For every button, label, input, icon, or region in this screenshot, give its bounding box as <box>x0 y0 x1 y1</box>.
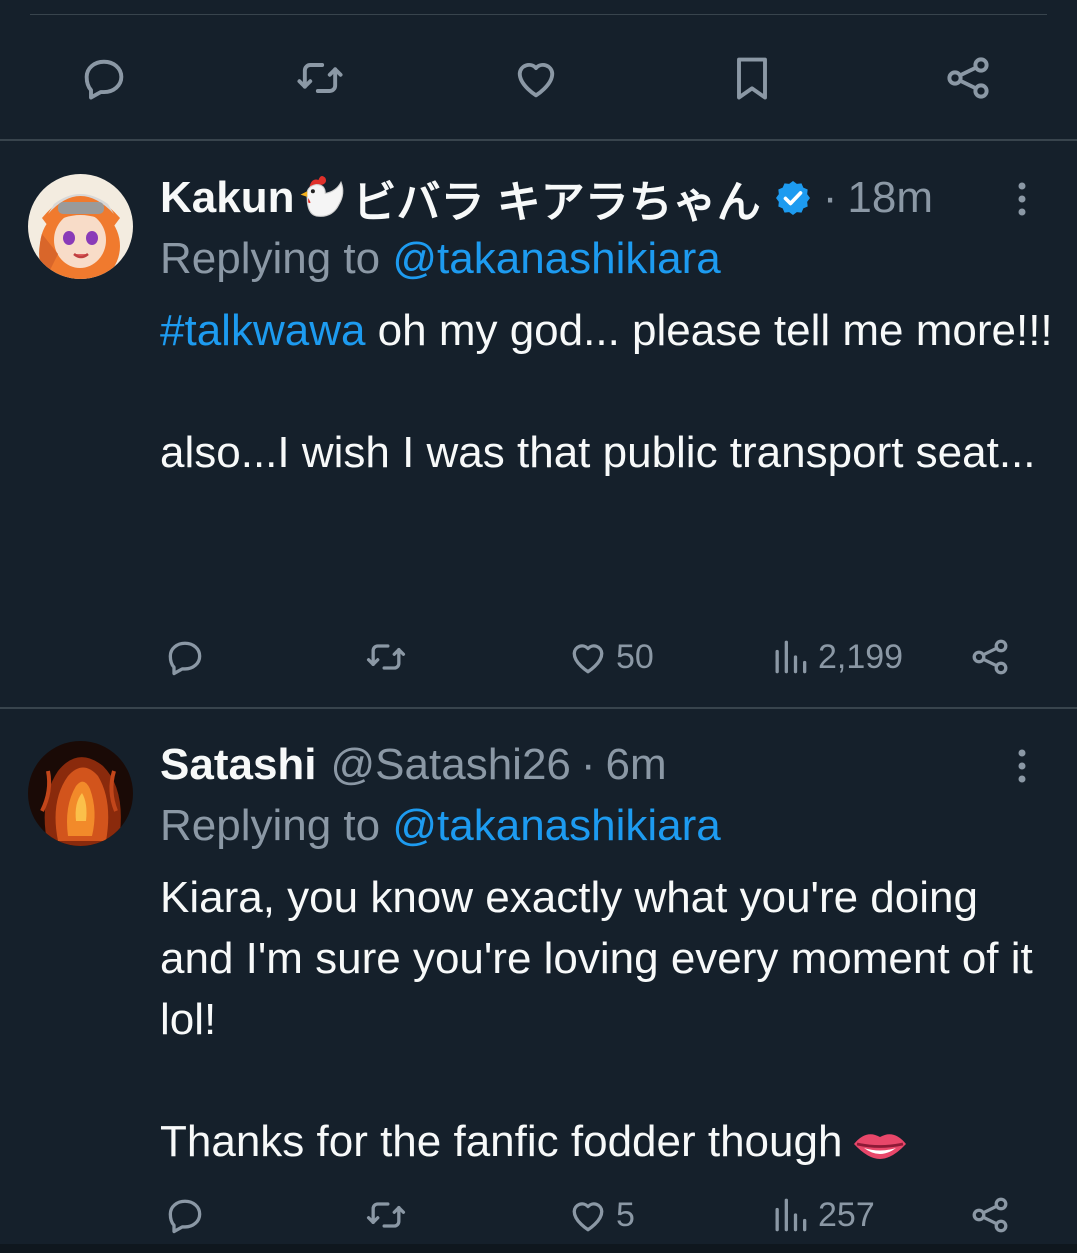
mention-link[interactable]: @takanashikiara <box>392 234 720 283</box>
verified-badge-icon <box>775 181 810 215</box>
avatar-image <box>28 174 133 279</box>
lips-emoji-icon <box>854 1134 907 1160</box>
share-icon <box>972 639 1008 675</box>
like-count: 5 <box>616 1195 635 1234</box>
hashtag-link[interactable]: #talkwawa <box>160 306 365 355</box>
reply-tweet[interactable]: Kakun ビバラ キアラちゃん · 18m Replying to @taka… <box>0 142 1077 707</box>
more-vertical-icon <box>1018 749 1026 783</box>
replying-to-label: Replying to <box>160 801 381 850</box>
replying-to: Replying to @takanashikiara <box>160 801 721 851</box>
separator-dot: · <box>822 173 838 222</box>
views-icon <box>775 1198 807 1232</box>
view-count: 2,199 <box>818 637 904 676</box>
tweet-text-line: oh my god... please tell me more!!! <box>365 306 1053 355</box>
mention-link[interactable]: @takanashikiara <box>392 801 720 850</box>
tweet-actions: 50 2,199 <box>0 632 1077 682</box>
reply-icon <box>168 1199 202 1234</box>
tweet-header: Kakun ビバラ キアラちゃん · 18m <box>160 170 933 227</box>
share-icon <box>947 57 989 99</box>
tweet-text-line: also...I wish I was that public transpor… <box>160 428 1036 477</box>
tweet-actions: 5 257 <box>0 1190 1077 1240</box>
bookmark-button[interactable] <box>714 40 790 116</box>
share-button[interactable] <box>968 1190 1012 1240</box>
retweet-button[interactable] <box>282 40 358 116</box>
main-tweet-actions <box>0 40 1077 116</box>
views-icon <box>775 640 807 674</box>
more-vertical-icon <box>1018 182 1026 216</box>
avatar-image <box>28 741 133 846</box>
timestamp[interactable]: 18m <box>847 173 933 223</box>
like-icon <box>572 644 604 674</box>
tweet-text: #talkwawa oh my god... please tell me mo… <box>160 300 1055 483</box>
avatar[interactable] <box>28 174 133 279</box>
chicken-emoji-icon <box>300 175 344 217</box>
avatar[interactable] <box>28 741 133 846</box>
user-handle[interactable]: @Satashi26 <box>331 740 571 790</box>
tweet-header: Satashi @Satashi26 · 6m <box>160 737 667 793</box>
display-name-suffix[interactable]: ビバラ キアラちゃん <box>352 166 760 230</box>
like-icon <box>517 62 555 98</box>
more-options-button[interactable] <box>1007 741 1037 791</box>
views-button[interactable]: 257 <box>768 1190 875 1240</box>
top-divider <box>30 14 1047 15</box>
display-name[interactable]: Kakun <box>160 173 294 223</box>
tweet-text: Kiara, you know exactly what you're doin… <box>160 867 1055 1172</box>
tweet-text-line: Thanks for the fanfic fodder though <box>160 1117 843 1166</box>
divider <box>0 139 1077 141</box>
like-button[interactable] <box>498 40 574 116</box>
timestamp[interactable]: 6m <box>606 740 667 790</box>
share-button[interactable] <box>968 632 1012 682</box>
display-name[interactable]: Satashi <box>160 740 317 790</box>
share-button[interactable] <box>930 40 1006 116</box>
tweet-text-line: Kiara, you know exactly what you're doin… <box>160 873 1033 1044</box>
like-icon <box>572 1202 604 1232</box>
more-options-button[interactable] <box>1007 174 1037 224</box>
bottom-edge <box>0 1244 1077 1253</box>
retweet-icon <box>297 63 343 93</box>
like-button[interactable]: 50 <box>566 632 654 682</box>
reply-button[interactable] <box>66 40 142 116</box>
reply-tweet[interactable]: Satashi @Satashi26 · 6m Replying to @tak… <box>0 709 1077 1244</box>
replying-to-label: Replying to <box>160 234 381 283</box>
reply-button[interactable] <box>163 1190 207 1240</box>
reply-button[interactable] <box>163 632 207 682</box>
view-count: 257 <box>818 1195 875 1234</box>
share-icon <box>972 1197 1008 1233</box>
like-count: 50 <box>616 637 654 676</box>
retweet-button[interactable] <box>364 1190 408 1240</box>
reply-icon <box>84 59 124 100</box>
views-button[interactable]: 2,199 <box>768 632 903 682</box>
like-button[interactable]: 5 <box>566 1190 635 1240</box>
reply-icon <box>168 641 202 676</box>
separator-dot: · <box>580 740 596 789</box>
retweet-button[interactable] <box>364 632 408 682</box>
replying-to: Replying to @takanashikiara <box>160 234 721 284</box>
retweet-icon <box>366 1202 406 1228</box>
bookmark-icon <box>737 57 767 100</box>
retweet-icon <box>366 644 406 670</box>
